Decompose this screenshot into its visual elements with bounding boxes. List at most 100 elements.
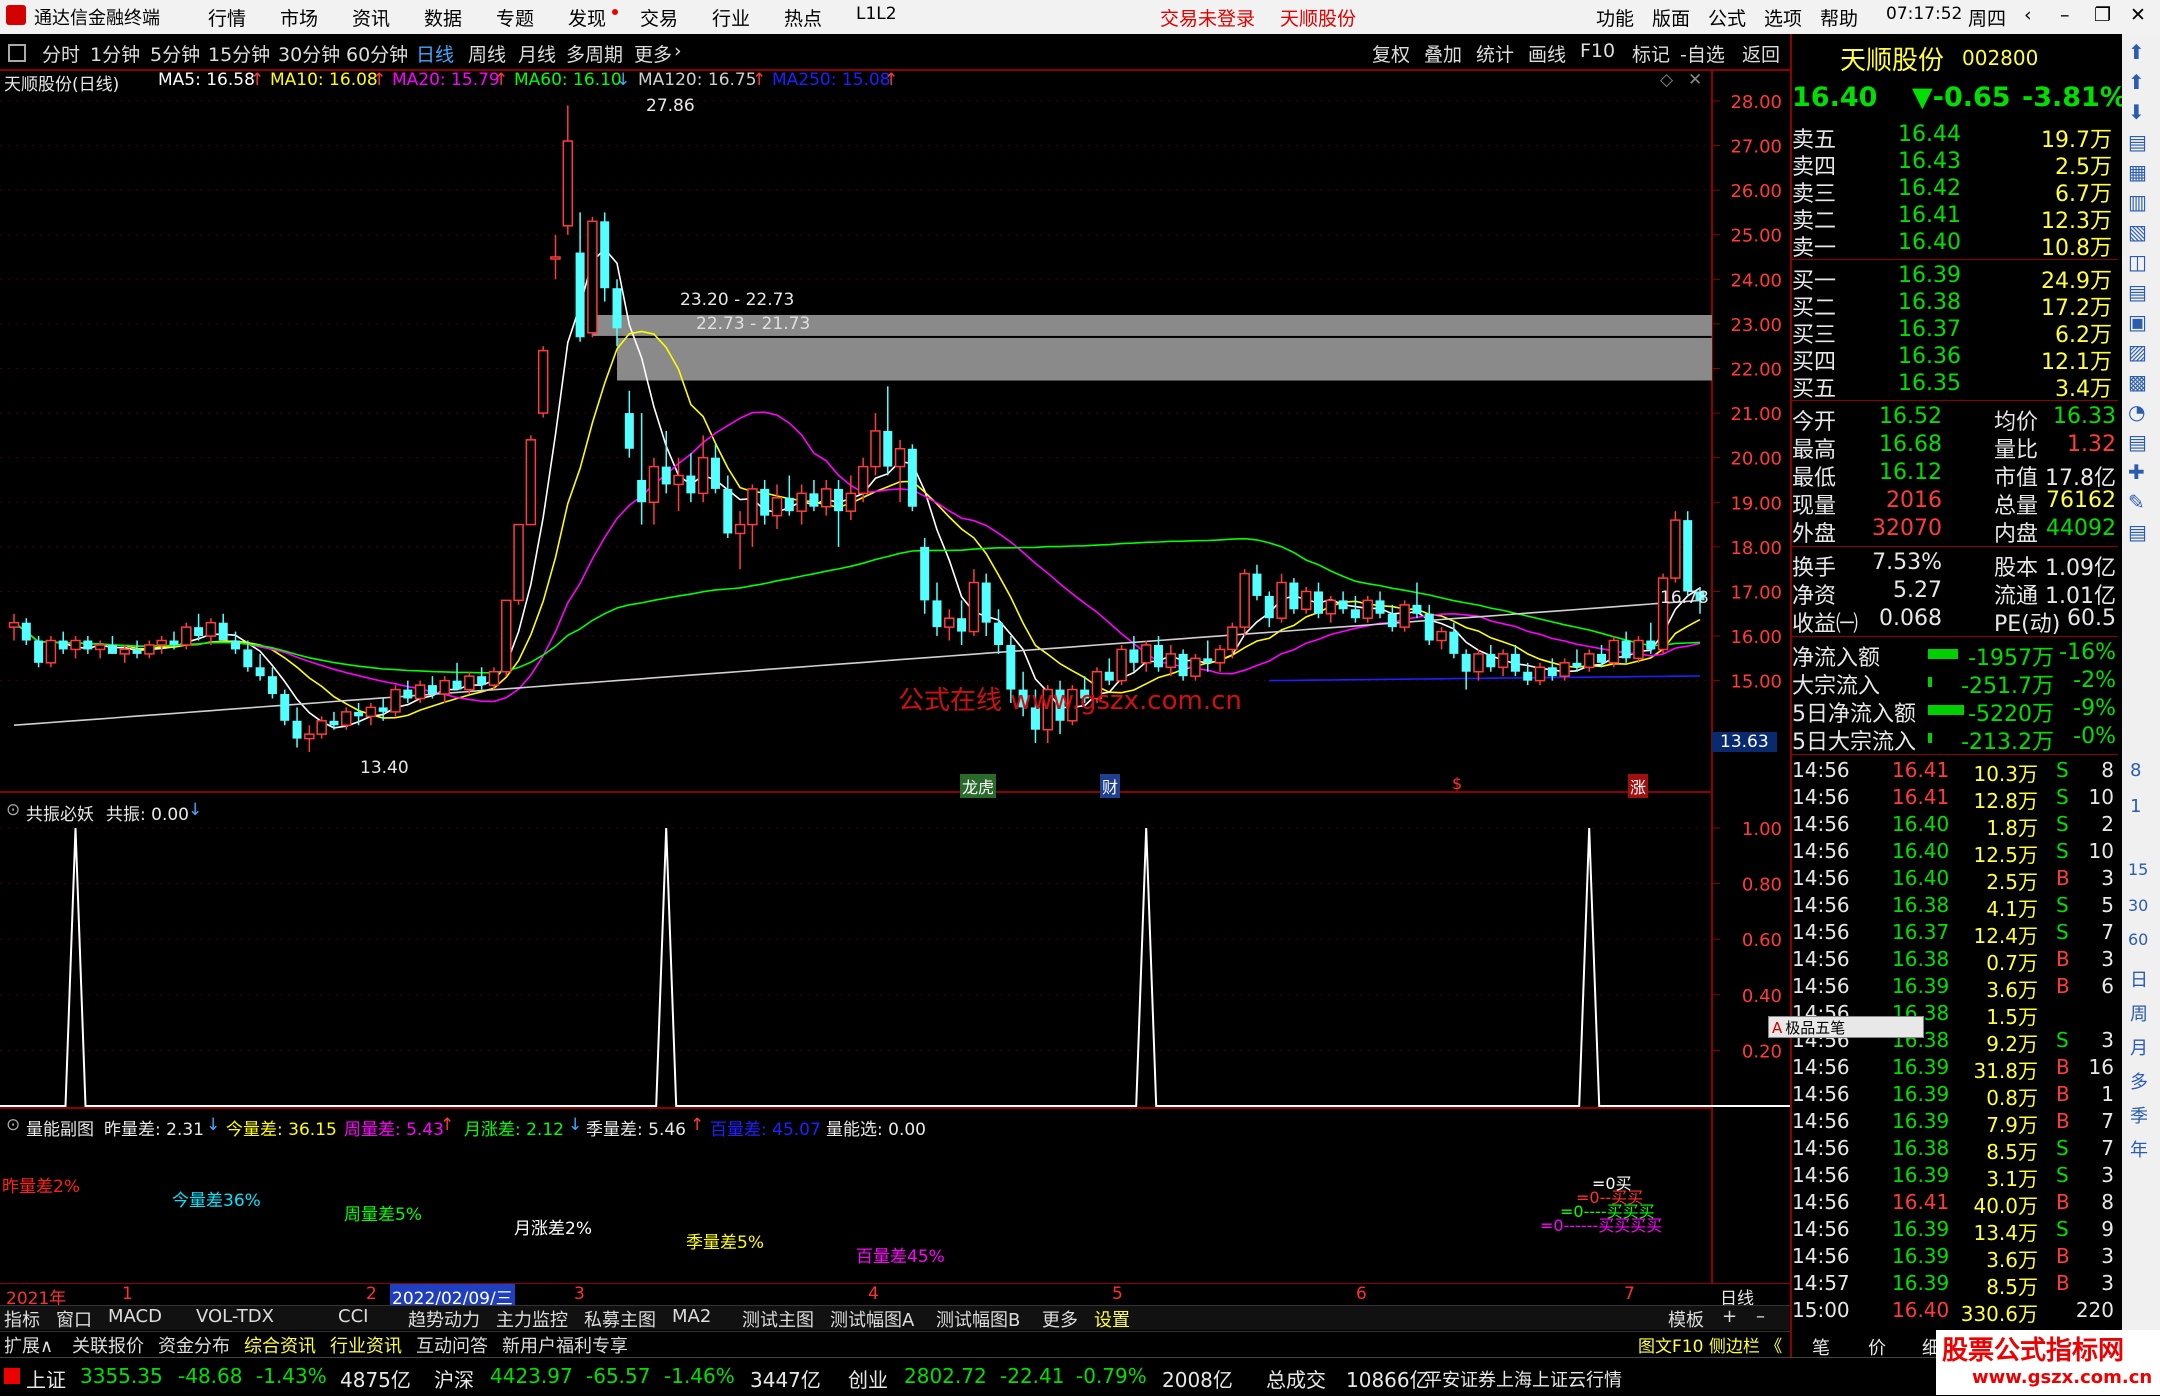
indicator-tab-3[interactable]: VOL-TDX (196, 1306, 274, 1327)
indicator1-menu-icon[interactable]: ⊙ (6, 800, 20, 820)
indicator-tab-7[interactable]: 私募主图 (584, 1306, 656, 1332)
side-tool-icon[interactable]: ⬆ (2128, 40, 2145, 64)
side-tool-icon[interactable]: ▤ (2128, 280, 2147, 304)
ime-toolbar[interactable]: A 极品五笔 (1768, 1016, 1924, 1038)
tick-side: S (2056, 1217, 2069, 1241)
side-period-4[interactable]: 季 (2130, 1102, 2148, 1128)
bid-price-3[interactable]: 16.36 (1898, 344, 1961, 369)
marker-limit-up[interactable]: 涨 (1628, 774, 1649, 798)
side-tool-icon[interactable]: ⬆ (2128, 70, 2145, 94)
tick-volume: 31.8万 (1973, 1059, 2038, 1083)
indicator-tab-5[interactable]: 趋势动力 (408, 1306, 480, 1332)
side-tool-icon[interactable]: ◔ (2128, 400, 2145, 424)
tick-side: S (2056, 758, 2069, 782)
side-tool-icon[interactable]: ✎ (2128, 490, 2145, 514)
side-tool-icon[interactable]: ▨ (2128, 340, 2147, 364)
candle (243, 649, 253, 668)
side-tool-icon[interactable]: ⬇ (2128, 100, 2145, 124)
side-tool-icon[interactable]: ▣ (2128, 310, 2147, 334)
indicator-tab-12[interactable]: 更多 (1042, 1306, 1078, 1332)
indicator-tab-4[interactable]: CCI (338, 1306, 368, 1327)
marker-dollar[interactable]: $ (1452, 774, 1462, 793)
side-period-5[interactable]: 年 (2130, 1136, 2148, 1162)
bid-price-4[interactable]: 16.35 (1898, 371, 1961, 396)
template-button[interactable]: 模板 (1668, 1306, 1704, 1332)
indicator-tab-1[interactable]: 窗口 (56, 1306, 92, 1332)
side-tool-icon[interactable]: ◫ (2128, 250, 2147, 274)
ask-price-2[interactable]: 16.42 (1898, 176, 1961, 201)
info-tab-1[interactable]: 关联报价 (72, 1332, 144, 1358)
f10-sidebar-toggle[interactable]: 图文F10 侧边栏 《 (1638, 1332, 1782, 1357)
quote-tab-trades[interactable]: 笔 (1812, 1334, 1830, 1360)
side-num-icon[interactable]: 30 (2128, 896, 2148, 915)
side-num-icon[interactable]: 60 (2128, 930, 2148, 949)
info-tab-5[interactable]: 互动问答 (416, 1332, 488, 1358)
indicator-tab-0[interactable]: 指标 (4, 1306, 40, 1332)
indicator-tab-10[interactable]: 测试幅图A (830, 1306, 914, 1332)
indicator-tab-6[interactable]: 主力监控 (496, 1306, 568, 1332)
side-tool-icon[interactable]: ▤ (2128, 130, 2147, 154)
index-sh-name[interactable]: 上证 (26, 1364, 66, 1393)
candle (944, 617, 955, 628)
side-period-2[interactable]: 月 (2130, 1034, 2148, 1060)
marker-finance[interactable]: 财 (1100, 774, 1121, 798)
index-cy-pct: -0.79% (1076, 1364, 1147, 1388)
candle (316, 720, 327, 735)
side-tool-icon[interactable]: ▤ (2128, 430, 2147, 454)
side-tool-icon[interactable]: ▦ (2128, 160, 2147, 184)
add-pane-icon[interactable]: + (1722, 1306, 1737, 1327)
candle (723, 488, 733, 534)
side-num-icon[interactable]: 8 (2130, 760, 2141, 781)
side-tool-icon[interactable]: ▤ (2128, 520, 2147, 544)
info-tab-2[interactable]: 资金分布 (158, 1332, 230, 1358)
marker-dragon-tiger[interactable]: 龙虎 (960, 774, 997, 798)
bid-price-0[interactable]: 16.39 (1898, 263, 1961, 288)
bid-price-2[interactable]: 16.37 (1898, 317, 1961, 342)
info-tab-3[interactable]: 综合资讯 (244, 1332, 316, 1358)
ask-volume-4: 10.8万 (2041, 236, 2112, 261)
ind2-yesterday-diff: 昨量差: 2.31 (104, 1120, 204, 1140)
remove-pane-icon[interactable]: – (1756, 1306, 1765, 1327)
side-num-icon[interactable]: 1 (2130, 796, 2141, 817)
bid-price-1[interactable]: 16.38 (1898, 290, 1961, 315)
info-tab-4[interactable]: 行业资讯 (330, 1332, 402, 1358)
candle (94, 644, 106, 651)
time-label-m7: 7 (1624, 1284, 1635, 1304)
quote-tab-price[interactable]: 价 (1868, 1334, 1886, 1360)
tick-price: 16.40 (1892, 1298, 1950, 1322)
side-tool-icon[interactable]: ▩ (2128, 370, 2147, 394)
ask-price-1[interactable]: 16.43 (1898, 149, 1961, 174)
candle (378, 707, 388, 712)
indicator-tab-8[interactable]: MA2 (672, 1306, 711, 1327)
ask-price-4[interactable]: 16.40 (1898, 230, 1961, 255)
indicator-tab-9[interactable]: 测试主图 (742, 1306, 814, 1332)
candle (1140, 644, 1152, 664)
ask-price-0[interactable]: 16.44 (1898, 122, 1961, 147)
index-cy-name[interactable]: 创业 (848, 1364, 888, 1393)
side-period-3[interactable]: 多 (2130, 1068, 2148, 1094)
candle (1313, 591, 1323, 614)
index-hs-name[interactable]: 沪深 (434, 1364, 474, 1393)
side-num-icon[interactable]: 15 (2128, 860, 2148, 879)
side-tool-icon[interactable]: ▥ (2128, 190, 2147, 214)
indicator2-menu-icon[interactable]: ⊙ (6, 1115, 20, 1135)
indicator-tab-2[interactable]: MACD (108, 1306, 162, 1327)
divider (1792, 400, 2118, 401)
side-period-1[interactable]: 周 (2130, 1000, 2148, 1026)
indicator-tab-13[interactable]: 设置 (1094, 1306, 1130, 1332)
side-tool-icon[interactable]: ✚ (2128, 460, 2145, 484)
tick-volume: 9.2万 (1986, 1032, 2038, 1056)
candle (760, 488, 770, 516)
info-tab-6[interactable]: 新用户福利专享 (502, 1332, 628, 1358)
tick-price: 16.39 (1892, 1109, 1950, 1133)
quote-change-pct: -3.81% (2022, 82, 2127, 113)
ask-price-3[interactable]: 16.41 (1898, 203, 1961, 228)
tick-time: 14:56 (1792, 758, 1850, 782)
indicator1-value: 共振: 0.00 (106, 805, 189, 825)
ind2-text-hundred: 百量差45% (856, 1247, 945, 1267)
indicator-tab-11[interactable]: 测试幅图B (936, 1306, 1020, 1332)
side-tool-icon[interactable]: ▧ (2128, 220, 2147, 244)
candle (648, 465, 660, 504)
info-tab-0[interactable]: 扩展∧ (4, 1332, 53, 1358)
side-period-0[interactable]: 日 (2130, 966, 2148, 992)
